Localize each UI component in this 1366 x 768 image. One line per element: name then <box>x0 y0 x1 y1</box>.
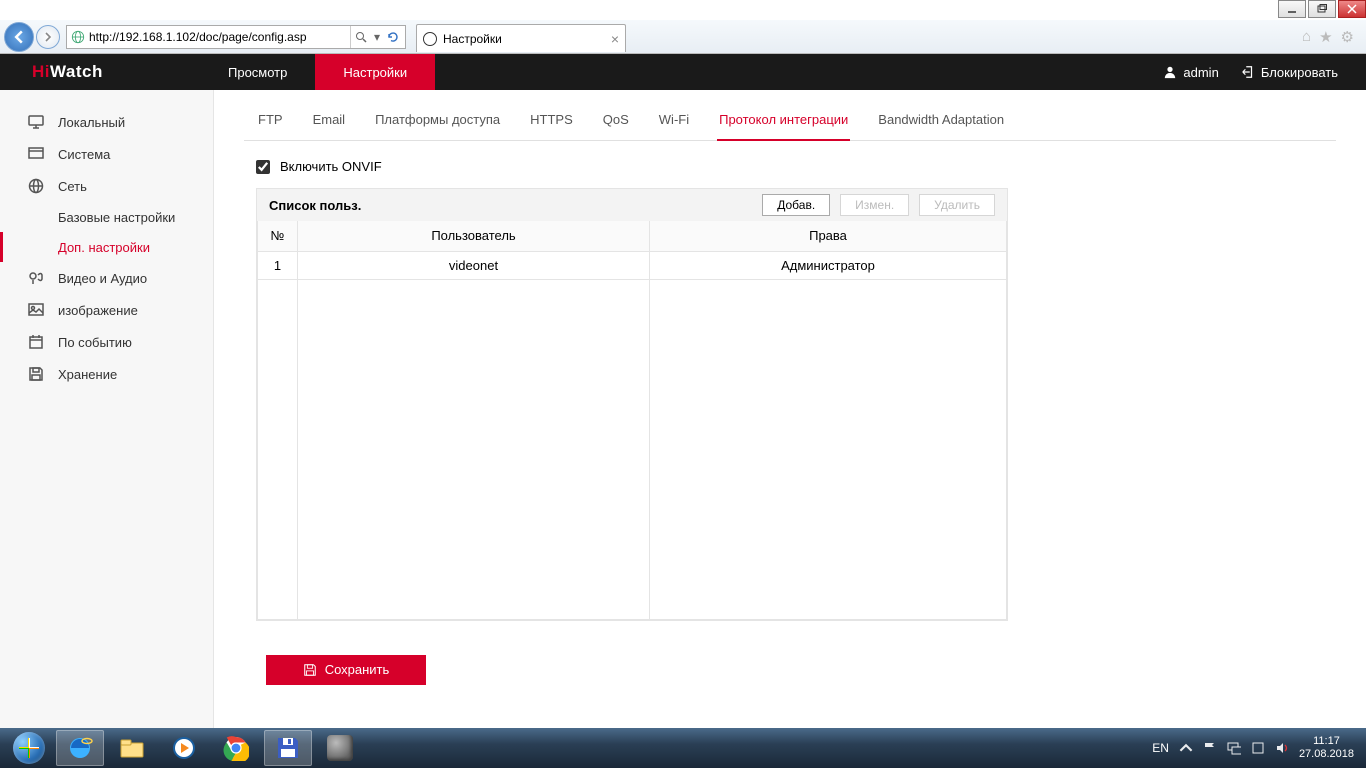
subtab-bandwidth[interactable]: Bandwidth Adaptation <box>876 106 1006 140</box>
col-no: № <box>258 221 298 251</box>
home-icon[interactable]: ⌂ <box>1302 28 1311 46</box>
network-icon[interactable] <box>1227 741 1241 755</box>
start-button[interactable] <box>6 730 52 766</box>
search-icon[interactable] <box>353 27 369 47</box>
add-button[interactable]: Добав. <box>762 194 830 216</box>
address-bar[interactable]: http://192.168.1.102/doc/page/config.asp… <box>66 25 406 49</box>
dropdown-icon[interactable]: ▾ <box>369 27 385 47</box>
userlist-title: Список польз. <box>269 198 361 213</box>
save-icon <box>28 366 44 382</box>
taskbar: EN 11:17 27.08.2018 <box>0 728 1366 768</box>
browser-tab[interactable]: Настройки × <box>416 24 626 52</box>
sidebar-item-event[interactable]: По событию <box>0 326 213 358</box>
table-header-row: № Пользователь Права <box>258 221 1007 251</box>
chevron-up-icon[interactable] <box>1179 741 1193 755</box>
sidebar-item-local[interactable]: Локальный <box>0 106 213 138</box>
delete-button[interactable]: Удалить <box>919 194 995 216</box>
window-close-button[interactable] <box>1338 0 1366 18</box>
sidebar: Локальный Система Сеть Базовые настройки… <box>0 90 214 728</box>
flag-icon[interactable] <box>1203 741 1217 755</box>
language-indicator[interactable]: EN <box>1152 741 1169 755</box>
col-rights: Права <box>650 221 1007 251</box>
logout-label: Блокировать <box>1261 65 1338 80</box>
save-label: Сохранить <box>325 662 390 677</box>
username-label: admin <box>1183 65 1218 80</box>
taskbar-app1[interactable] <box>264 730 312 766</box>
cell-no: 1 <box>258 251 298 279</box>
globe-icon <box>28 178 44 194</box>
window-minimize-button[interactable] <box>1278 0 1306 18</box>
sidebar-item-network[interactable]: Сеть <box>0 170 213 202</box>
refresh-icon[interactable] <box>385 27 401 47</box>
sidebar-item-storage[interactable]: Хранение <box>0 358 213 390</box>
image-icon <box>28 302 44 318</box>
window-maximize-button[interactable] <box>1308 0 1336 18</box>
clock-date: 27.08.2018 <box>1299 748 1354 761</box>
sidebar-item-system[interactable]: Система <box>0 138 213 170</box>
logout-button[interactable]: Блокировать <box>1241 65 1338 80</box>
edit-button[interactable]: Измен. <box>840 194 909 216</box>
cell-user: videonet <box>298 251 650 279</box>
camera-icon <box>28 270 44 286</box>
subtab-platform[interactable]: Платформы доступа <box>373 106 502 140</box>
table-row[interactable]: 1 videonet Администратор <box>258 251 1007 279</box>
nav-forward-button[interactable] <box>36 25 60 49</box>
onvif-checkbox[interactable] <box>256 160 270 174</box>
sidebar-sub-basic[interactable]: Базовые настройки <box>0 202 213 232</box>
col-user: Пользователь <box>298 221 650 251</box>
subtab-qos[interactable]: QoS <box>601 106 631 140</box>
save-icon <box>303 663 317 677</box>
topnav-config[interactable]: Настройки <box>315 54 435 90</box>
tray-icon[interactable] <box>1251 741 1265 755</box>
taskbar-mediaplayer[interactable] <box>160 730 208 766</box>
sidebar-sub-advanced[interactable]: Доп. настройки <box>0 232 213 262</box>
subtab-https[interactable]: HTTPS <box>528 106 575 140</box>
topnav-live[interactable]: Просмотр <box>200 54 315 90</box>
taskbar-explorer[interactable] <box>108 730 156 766</box>
tab-favicon-icon <box>423 32 437 46</box>
tab-title: Настройки <box>443 32 502 46</box>
subtab-ftp[interactable]: FTP <box>256 106 285 140</box>
save-button[interactable]: Сохранить <box>266 655 426 685</box>
monitor-icon <box>28 114 44 130</box>
url-text: http://192.168.1.102/doc/page/config.asp <box>89 30 348 44</box>
tab-close-icon[interactable]: × <box>611 31 619 47</box>
onvif-label: Включить ONVIF <box>280 159 382 174</box>
taskbar-ie[interactable] <box>56 730 104 766</box>
app-logo: HiWatch <box>0 62 200 82</box>
clock-time: 11:17 <box>1299 735 1354 748</box>
subtab-email[interactable]: Email <box>311 106 348 140</box>
globe-icon <box>71 30 85 44</box>
taskbar-chrome[interactable] <box>212 730 260 766</box>
tools-icon[interactable]: ⚙ <box>1341 28 1354 46</box>
subtab-integration[interactable]: Протокол интеграции <box>717 106 850 141</box>
current-user[interactable]: admin <box>1163 65 1218 80</box>
sidebar-item-video-audio[interactable]: Видео и Аудио <box>0 262 213 294</box>
browser-toolbar: http://192.168.1.102/doc/page/config.asp… <box>0 20 1366 54</box>
favorites-icon[interactable]: ★ <box>1319 28 1332 46</box>
user-list-panel: Список польз. Добав. Измен. Удалить № По… <box>256 188 1008 621</box>
sidebar-item-image[interactable]: изображение <box>0 294 213 326</box>
calendar-icon <box>28 334 44 350</box>
nav-back-button[interactable] <box>4 22 34 52</box>
logout-icon <box>1241 65 1255 79</box>
system-icon <box>28 146 44 162</box>
taskbar-app2[interactable] <box>316 730 364 766</box>
volume-icon[interactable] <box>1275 741 1289 755</box>
cell-rights: Администратор <box>650 251 1007 279</box>
user-icon <box>1163 65 1177 79</box>
subtabs: FTP Email Платформы доступа HTTPS QoS Wi… <box>244 106 1336 141</box>
subtab-wifi[interactable]: Wi-Fi <box>657 106 691 140</box>
app-topbar: HiWatch Просмотр Настройки admin Блокиро… <box>0 54 1366 90</box>
clock[interactable]: 11:17 27.08.2018 <box>1299 735 1354 761</box>
windows-icon <box>13 732 45 764</box>
